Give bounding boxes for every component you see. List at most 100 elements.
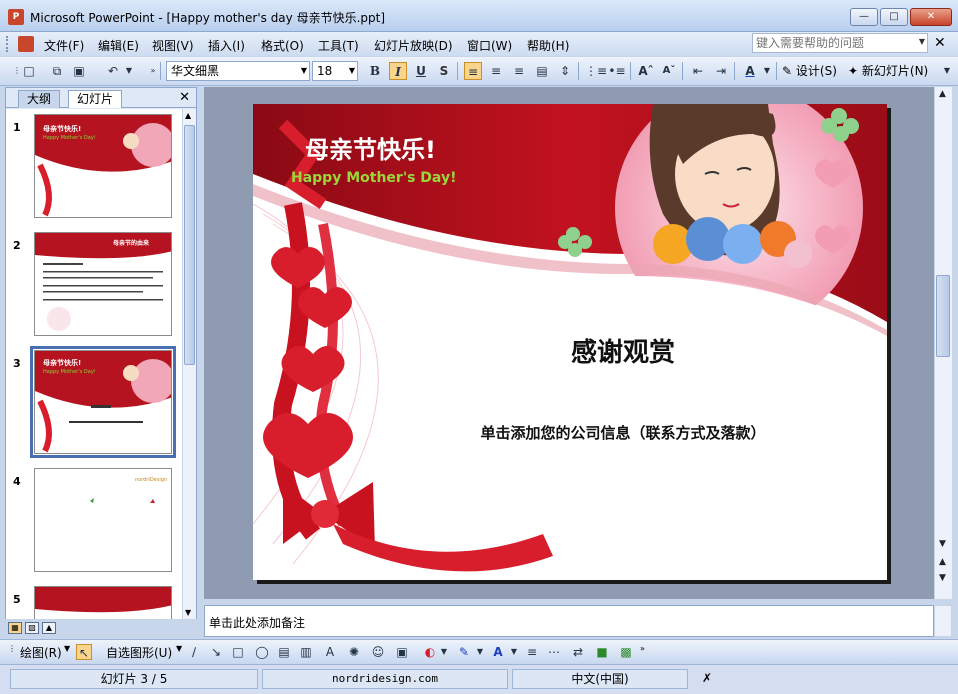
scroll-thumb[interactable] — [184, 125, 195, 365]
clipart-icon[interactable]: ☺ — [370, 644, 386, 660]
notes-scrollbar[interactable] — [934, 605, 952, 637]
minimize-button[interactable]: — — [850, 8, 878, 26]
line-spacing-icon[interactable]: ⇕ — [556, 62, 574, 80]
scroll-down-icon[interactable]: ▼ — [185, 608, 191, 617]
diagram-icon[interactable]: ✺ — [346, 644, 362, 660]
design-button[interactable]: ✎ 设计(S) — [782, 62, 837, 80]
font-name-select[interactable]: 华文细黑 ▼ — [166, 61, 310, 81]
slide-scrollbar[interactable]: ▲ ▼ ▲ ▼ — [934, 87, 952, 599]
slide-thumbnail-4[interactable]: nordriDesign — [34, 468, 172, 572]
spelling-icon[interactable]: ✗ — [692, 669, 722, 689]
menu-format[interactable]: 格式(O) — [261, 37, 304, 54]
help-search-box[interactable]: ▼ — [752, 33, 928, 53]
slide-thumbnail-5[interactable] — [34, 586, 172, 619]
slide-title[interactable]: 感谢观赏 — [253, 332, 887, 369]
help-search-input[interactable] — [753, 34, 909, 52]
slide-thumbnail-2[interactable]: 母亲节的由来 — [34, 232, 172, 336]
toolbar-options-icon[interactable]: ▼ — [938, 62, 956, 80]
chevron-down-icon[interactable]: ▼ — [176, 644, 182, 653]
textbox-icon[interactable]: ▤ — [276, 644, 292, 660]
underline-button[interactable]: U — [412, 62, 430, 80]
bold-button[interactable]: B — [366, 62, 384, 80]
slideshow-icon[interactable]: ▲ — [42, 622, 56, 634]
slide-sorter-icon[interactable]: ▧ — [25, 622, 39, 634]
increase-indent-icon[interactable]: ⇥ — [712, 62, 730, 80]
shadow-button[interactable]: S — [435, 62, 453, 80]
numbered-list-icon[interactable]: ⋮≡ — [585, 62, 607, 80]
font-color-icon[interactable]: A — [741, 62, 759, 80]
menu-window[interactable]: 窗口(W) — [467, 37, 512, 54]
arrow-style-icon[interactable]: ⇄ — [570, 644, 586, 660]
vertical-textbox-icon[interactable]: ▥ — [298, 644, 314, 660]
select-pointer-icon[interactable]: ↖ — [76, 644, 92, 660]
increase-font-icon[interactable]: Aˆ — [637, 62, 655, 80]
dash-style-icon[interactable]: ⋯ — [546, 644, 562, 660]
arrow-icon[interactable]: ↘ — [208, 644, 224, 660]
scroll-up-icon[interactable]: ▲ — [185, 111, 191, 120]
scroll-up-icon[interactable]: ▲ — [939, 89, 946, 99]
align-center-icon[interactable]: ≡ — [487, 62, 505, 80]
menu-grip-icon[interactable] — [6, 36, 10, 52]
line-color-icon[interactable]: ✎ — [456, 644, 472, 660]
italic-button[interactable]: I — [389, 62, 407, 80]
paste-icon[interactable]: ▣ — [70, 62, 88, 80]
close-panel-icon[interactable]: ✕ — [179, 90, 190, 105]
document-icon[interactable] — [18, 36, 34, 52]
notes-pane[interactable]: 单击此处添加备注 — [204, 605, 934, 637]
bulleted-list-icon[interactable]: •≡ — [608, 62, 626, 80]
drawing-grip-icon[interactable]: ⋮ — [8, 644, 16, 653]
menu-file[interactable]: 文件(F) — [44, 37, 84, 54]
copy-icon[interactable]: ⧉ — [48, 62, 66, 80]
thumbnail-scrollbar[interactable]: ▲ ▼ — [182, 109, 196, 619]
chevron-down-icon[interactable]: ▼ — [349, 62, 355, 80]
slide-thumbnail-1[interactable]: 母亲节快乐! Happy Mother's Day! — [34, 114, 172, 218]
scroll-thumb[interactable] — [936, 275, 950, 357]
new-document-icon[interactable]: □ — [20, 62, 38, 80]
decrease-font-icon[interactable]: Aˇ — [660, 62, 678, 80]
current-slide[interactable]: 母亲节快乐! Happy Mother's Day! 感谢观赏 单击添加您的公司… — [253, 104, 887, 580]
align-right-icon[interactable]: ≡ — [510, 62, 528, 80]
chevron-down-icon[interactable]: ▼ — [919, 37, 925, 46]
toolbar-options-icon[interactable]: » — [640, 644, 645, 653]
font-size-select[interactable]: 18 ▼ — [312, 61, 358, 81]
undo-dropdown-icon[interactable]: ▼ — [120, 62, 138, 80]
tab-outline[interactable]: 大纲 — [18, 90, 61, 108]
normal-view-icon[interactable]: ▦ — [8, 622, 22, 634]
close-window-button[interactable]: ✕ — [910, 8, 952, 26]
scroll-down-icon[interactable]: ▼ — [939, 539, 946, 549]
line-icon[interactable]: ∕ — [186, 644, 202, 660]
picture-icon[interactable]: ▣ — [394, 644, 410, 660]
chevron-down-icon[interactable]: ▼ — [64, 644, 70, 653]
menu-tools[interactable]: 工具(T) — [318, 37, 359, 54]
autoshapes-button[interactable]: 自选图形(U) — [106, 644, 172, 661]
font-color-dropdown-icon[interactable]: ▼ — [758, 62, 776, 80]
shadow-style-icon[interactable]: ■ — [594, 644, 610, 660]
decrease-indent-icon[interactable]: ⇤ — [689, 62, 707, 80]
font-color-icon[interactable]: A — [490, 644, 506, 660]
chevron-down-icon[interactable]: ▼ — [506, 644, 522, 660]
close-document-icon[interactable]: ✕ — [934, 36, 946, 50]
chevron-down-icon[interactable]: ▼ — [472, 644, 488, 660]
menu-view[interactable]: 视图(V) — [152, 37, 194, 54]
chevron-down-icon[interactable]: ▼ — [301, 62, 307, 80]
oval-icon[interactable]: ◯ — [254, 644, 270, 660]
draw-menu-button[interactable]: 绘图(R) — [20, 644, 62, 661]
tab-slides[interactable]: 幻灯片 — [68, 90, 123, 108]
align-left-icon[interactable]: ≡ — [464, 62, 482, 80]
maximize-button[interactable]: □ — [880, 8, 908, 26]
new-slide-button[interactable]: ✦ 新幻灯片(N) — [848, 62, 928, 80]
menu-edit[interactable]: 编辑(E) — [98, 37, 139, 54]
menu-help[interactable]: 帮助(H) — [527, 37, 569, 54]
next-slide-icon[interactable]: ▼ — [939, 573, 946, 583]
rectangle-icon[interactable]: □ — [230, 644, 246, 660]
wordart-icon[interactable]: A — [322, 644, 338, 660]
chevron-down-icon[interactable]: ▼ — [436, 644, 452, 660]
slide-thumbnail-3[interactable]: 母亲节快乐! Happy Mother's Day! — [30, 346, 176, 458]
3d-style-icon[interactable]: ▩ — [618, 644, 634, 660]
menu-slideshow[interactable]: 幻灯片放映(D) — [374, 37, 453, 54]
slide-subtitle[interactable]: 单击添加您的公司信息（联系方式及落款） — [253, 422, 887, 443]
menu-insert[interactable]: 插入(I) — [208, 37, 245, 54]
justify-icon[interactable]: ▤ — [533, 62, 551, 80]
powerpoint-app-icon[interactable]: P — [8, 9, 24, 25]
line-style-icon[interactable]: ≡ — [524, 644, 540, 660]
